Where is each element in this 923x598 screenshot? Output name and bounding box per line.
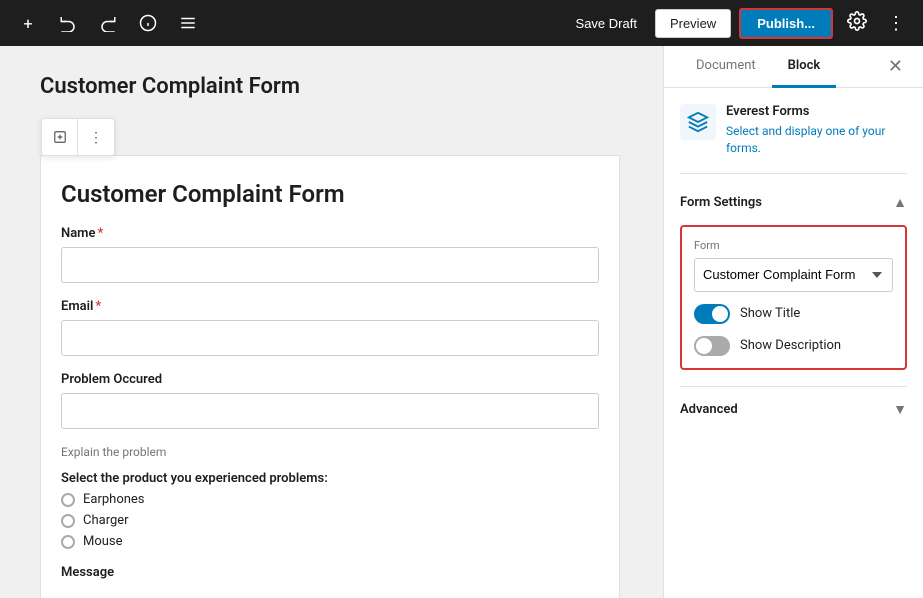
sidebar: Document Block ✕ Everest Forms Select an…	[663, 46, 923, 598]
radio-item-mouse: Mouse	[61, 534, 599, 549]
redo-button[interactable]	[92, 7, 124, 39]
radio-circle-mouse[interactable]	[61, 535, 75, 549]
block-info-text: Everest Forms Select and display one of …	[726, 104, 907, 157]
show-description-toggle-knob	[696, 338, 712, 354]
name-required-star: *	[97, 226, 103, 241]
block-info: Everest Forms Select and display one of …	[680, 104, 907, 174]
name-label: Name*	[61, 226, 599, 241]
block-icon-button[interactable]	[42, 119, 78, 155]
info-button[interactable]	[132, 7, 164, 39]
editor-area: Customer Complaint Form ⋮ Customer Compl…	[0, 46, 663, 598]
message-label: Message	[61, 565, 599, 580]
sidebar-close-button[interactable]: ✕	[884, 46, 907, 87]
sidebar-tabs: Document Block ✕	[664, 46, 923, 88]
email-input[interactable]	[61, 320, 599, 356]
radio-item-charger: Charger	[61, 513, 599, 528]
undo-button[interactable]	[52, 7, 84, 39]
form-settings-heading[interactable]: Form Settings ▲	[680, 194, 907, 211]
email-required-star: *	[95, 299, 101, 314]
problem-input[interactable]	[61, 393, 599, 429]
problem-field-group: Problem Occured	[61, 372, 599, 429]
top-toolbar: + Save Draft Preview Publish... ⋮	[0, 0, 923, 46]
advanced-heading[interactable]: Advanced ▼	[680, 401, 907, 418]
tab-document[interactable]: Document	[680, 46, 772, 88]
add-block-button[interactable]: +	[12, 7, 44, 39]
main-layout: Customer Complaint Form ⋮ Customer Compl…	[0, 46, 923, 598]
block-more-button[interactable]: ⋮	[78, 119, 114, 155]
name-field-group: Name*	[61, 226, 599, 283]
form-settings-chevron-icon: ▲	[893, 194, 907, 211]
settings-icon[interactable]	[841, 7, 873, 40]
form-select[interactable]: Customer Complaint Form	[694, 258, 893, 292]
more-options-button[interactable]: ⋮	[881, 9, 911, 38]
advanced-section: Advanced ▼	[680, 386, 907, 418]
sidebar-content: Everest Forms Select and display one of …	[664, 88, 923, 598]
email-field-group: Email*	[61, 299, 599, 356]
show-title-label: Show Title	[740, 306, 800, 321]
name-input[interactable]	[61, 247, 599, 283]
tab-block[interactable]: Block	[772, 46, 837, 88]
form-title: Customer Complaint Form	[61, 180, 599, 208]
toolbar-right: Save Draft Preview Publish... ⋮	[566, 7, 911, 40]
menu-button[interactable]	[172, 7, 204, 39]
show-title-toggle[interactable]	[694, 304, 730, 324]
preview-button[interactable]: Preview	[655, 9, 731, 38]
everest-forms-icon	[680, 104, 716, 140]
problem-label: Problem Occured	[61, 372, 599, 387]
radio-circle-charger[interactable]	[61, 514, 75, 528]
form-settings-section: Form Settings ▲ Form Customer Complaint …	[680, 194, 907, 370]
radio-group: Select the product you experienced probl…	[61, 471, 599, 549]
publish-button[interactable]: Publish...	[739, 8, 833, 39]
show-description-row: Show Description	[694, 336, 893, 356]
form-settings-panel: Form Customer Complaint Form Show Title	[680, 225, 907, 370]
show-description-toggle[interactable]	[694, 336, 730, 356]
form-dropdown-label: Form	[694, 239, 893, 252]
radio-circle-earphones[interactable]	[61, 493, 75, 507]
block-toolbar: ⋮	[41, 118, 115, 156]
page-title[interactable]: Customer Complaint Form	[40, 66, 623, 107]
radio-item-earphones: Earphones	[61, 492, 599, 507]
show-title-toggle-knob	[712, 306, 728, 322]
show-title-row: Show Title	[694, 304, 893, 324]
advanced-chevron-icon: ▼	[893, 401, 907, 418]
help-text: Explain the problem	[61, 445, 599, 459]
form-block: ⋮ Customer Complaint Form Name* Email*	[40, 155, 620, 598]
show-description-label: Show Description	[740, 338, 841, 353]
radio-label: Select the product you experienced probl…	[61, 471, 599, 486]
email-label: Email*	[61, 299, 599, 314]
radio-options: Earphones Charger Mouse	[61, 492, 599, 549]
save-draft-button[interactable]: Save Draft	[566, 10, 647, 37]
